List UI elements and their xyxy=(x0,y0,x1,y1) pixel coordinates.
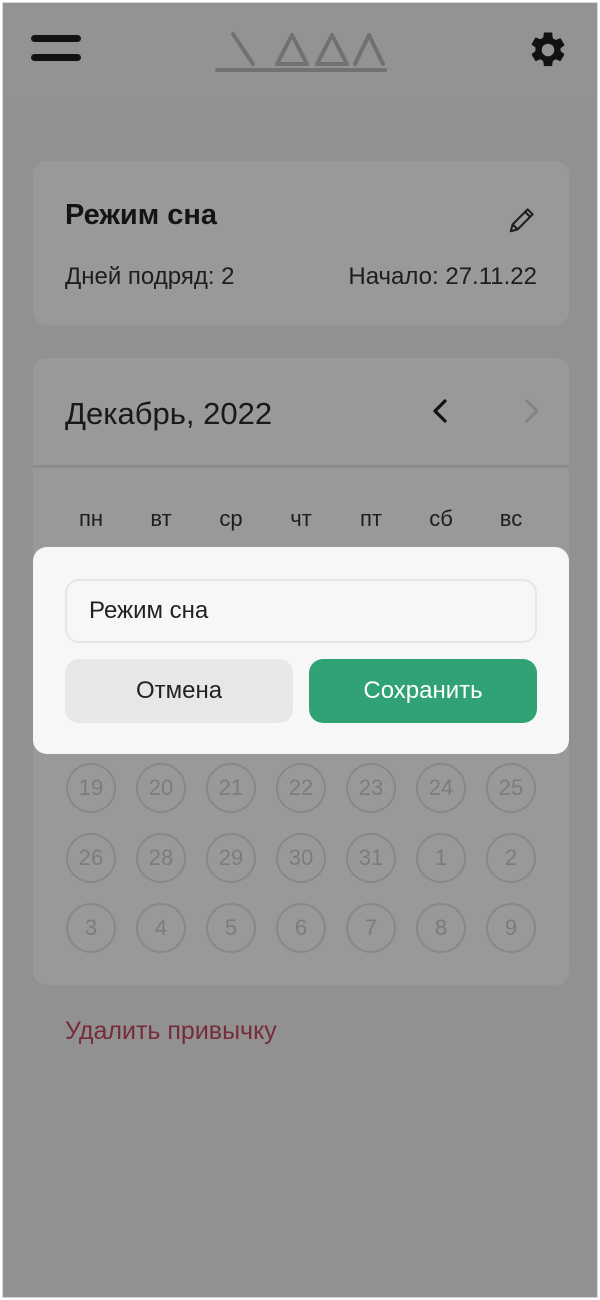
app-screen: Режим сна Дней подряд: 2 Начало: 27.11.2… xyxy=(2,2,598,1298)
rename-dialog: Отмена Сохранить xyxy=(33,547,569,754)
save-button[interactable]: Сохранить xyxy=(309,659,537,723)
habit-name-input[interactable] xyxy=(65,579,537,643)
cancel-button[interactable]: Отмена xyxy=(65,659,293,723)
